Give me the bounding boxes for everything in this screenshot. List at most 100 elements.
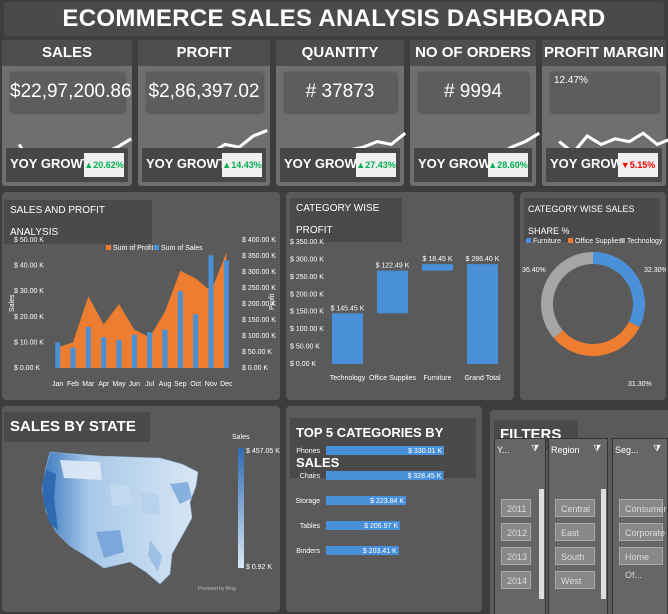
map-legend-max: $ 457.05 K xyxy=(246,448,280,455)
dashboard-title: ECOMMERCE SALES ANALYSIS DASHBOARD xyxy=(4,2,664,36)
bar-category: Tables xyxy=(300,523,321,530)
sales-profit-chart: $ 50.00 K $ 40.00 K $ 30.00 K $ 20.00 K $ 10… xyxy=(9,237,276,388)
segment-slicer-header: Seg... xyxy=(615,445,639,455)
region-slicer: Region ⧩ Central East South West xyxy=(548,438,608,614)
data-label: $ 18.45 K xyxy=(423,256,453,263)
slicer-item[interactable]: Central xyxy=(555,499,595,517)
y-tick: $ 200.00 K xyxy=(290,291,324,298)
sales-bar xyxy=(177,291,183,368)
y-tick-left: $ 10.00 K xyxy=(14,339,44,346)
y-tick: $ 150.00 K xyxy=(290,309,324,316)
kpi-card: NO OF ORDERS # 9994 YOY GROWTH ▲28.60% xyxy=(410,40,540,186)
year-slicer: Y... ⧩ 2011 2012 2013 2014 xyxy=(494,438,546,614)
kpi-label: PROFIT MARGIN xyxy=(542,40,666,66)
sales-bar xyxy=(162,329,168,368)
slicer-item[interactable]: East xyxy=(555,523,595,541)
year-slicer-header: Y... xyxy=(497,445,510,455)
slicer-item[interactable]: West xyxy=(555,571,595,589)
map-credit: Powered by Bing xyxy=(198,586,236,592)
sales-bar xyxy=(131,334,137,368)
legend-swatch-profit xyxy=(106,245,111,250)
yoy-value: ▲20.62% xyxy=(84,153,124,177)
yoy-row: YOY GROWTH ▲20.62% xyxy=(6,148,128,182)
filter-icon[interactable]: ⧩ xyxy=(531,443,539,454)
slicer-item[interactable]: South xyxy=(555,547,595,565)
bar-category: Phones xyxy=(296,448,320,455)
y-tick-left: $ 40.00 K xyxy=(14,263,44,270)
filter-icon[interactable]: ⧩ xyxy=(593,443,601,454)
y-tick-left: $ 20.00 K xyxy=(14,314,44,321)
top5-panel: TOP 5 CATEGORIES BY SALES Phones $ 330.01… xyxy=(286,406,482,612)
segment-slicer: Seg... ⧩ Consumer Corporate Home Of... xyxy=(612,438,668,614)
legend-swatch xyxy=(568,238,573,243)
slice-label: 32.30% xyxy=(644,267,666,274)
yoy-value: ▲27.43% xyxy=(356,153,396,177)
x-tick: Apr xyxy=(98,381,110,388)
data-label: $ 122.49 K xyxy=(376,263,410,270)
category-profit-panel: CATEGORY WISE PROFIT $ 350.00 K $ 300.00 … xyxy=(286,192,514,400)
slicer-item[interactable]: Consumer xyxy=(619,499,667,517)
yoy-row: YOY GROWTH ▲27.43% xyxy=(280,148,400,182)
yoy-value: ▼5.15% xyxy=(618,153,658,177)
y-tick-right: $ 100.00 K xyxy=(242,333,276,340)
x-tick: Dec xyxy=(220,381,233,388)
sales-bar xyxy=(147,332,153,368)
map-legend-min: $ 0.92 K xyxy=(246,564,273,571)
bar-value: $ 203.41 K xyxy=(363,548,397,555)
slicer-item[interactable]: 2012 xyxy=(501,523,531,541)
donut-slice xyxy=(593,252,645,328)
x-tick: Office Supplies xyxy=(369,375,416,382)
bar-value: $ 328.45 K xyxy=(408,473,442,480)
region-slicer-header: Region xyxy=(551,445,580,455)
legend-label: Technology xyxy=(627,238,663,245)
slicer-item[interactable]: Home Of... xyxy=(619,547,663,580)
us-map[interactable] xyxy=(20,444,220,594)
kpi-card: PROFIT $2,86,397.02 YOY GROWTH ▲14.43% xyxy=(138,40,270,186)
y-tick: $ 0.00 K xyxy=(290,361,316,368)
sales-bar xyxy=(85,327,91,368)
y-tick-right: $ 50.00 K xyxy=(242,349,272,356)
y-tick-right: $ 150.00 K xyxy=(242,317,276,324)
slicer-item[interactable]: 2011 xyxy=(501,499,531,517)
kpi-label: NO OF ORDERS xyxy=(410,40,536,66)
bar-value: $ 330.01 K xyxy=(408,448,442,455)
filters-panel: FILTERS Y... ⧩ 2011 2012 2013 2014 Region ⧩… xyxy=(490,410,668,614)
legend-label: Office Supplies xyxy=(575,238,622,245)
sales-bar xyxy=(55,342,61,368)
kpi-value: 12.47% xyxy=(550,72,658,112)
kpi-card: QUANTITY # 37873 YOY GROWTH ▲27.43% xyxy=(276,40,407,186)
bar-category: Binders xyxy=(296,548,320,555)
sales-share-panel: CATEGORY WISE SALES SHARE % 32.30% 31.30%… xyxy=(520,192,666,400)
kpi-card: SALES $22,97,200.86 YOY GROWTH ▲20.62% xyxy=(2,40,132,186)
x-tick: Furniture xyxy=(423,375,451,382)
bar-category: Chairs xyxy=(300,473,321,480)
kpi-value: $22,97,200.86 xyxy=(10,72,132,112)
y-tick: $ 300.00 K xyxy=(290,256,324,263)
yoy-value: ▲14.43% xyxy=(222,153,262,177)
region-slicer-scrollbar[interactable] xyxy=(601,489,606,599)
slicer-item[interactable]: Corporate xyxy=(619,523,665,541)
y-tick-right: $ 350.00 K xyxy=(242,253,276,260)
legend-swatch xyxy=(526,238,531,243)
waterfall-bar xyxy=(377,270,408,314)
y-tick-right: $ 400.00 K xyxy=(242,237,276,244)
kpi-label: QUANTITY xyxy=(276,40,404,66)
x-tick: Sep xyxy=(174,381,187,388)
y-axis-label-right: Profit xyxy=(269,294,276,310)
kpi-value: $2,86,397.02 xyxy=(146,72,262,112)
slice-label: 31.30% xyxy=(628,381,652,388)
y-tick-right: $ 250.00 K xyxy=(242,285,276,292)
kpi-value: # 9994 xyxy=(418,72,528,112)
x-tick: Jan xyxy=(52,381,63,388)
slicer-item[interactable]: 2014 xyxy=(501,571,531,589)
data-label: $ 145.45 K xyxy=(331,305,365,312)
waterfall-bar xyxy=(422,264,453,271)
x-tick: May xyxy=(112,381,126,388)
sales-bar xyxy=(193,314,199,368)
yoy-row: YOY GROWTH ▲14.43% xyxy=(142,148,266,182)
bar-value: $ 206.97 K xyxy=(364,523,398,530)
filter-icon[interactable]: ⧩ xyxy=(653,443,661,454)
sales-bar xyxy=(116,339,122,368)
year-slicer-scrollbar[interactable] xyxy=(539,489,544,599)
slicer-item[interactable]: 2013 xyxy=(501,547,531,565)
